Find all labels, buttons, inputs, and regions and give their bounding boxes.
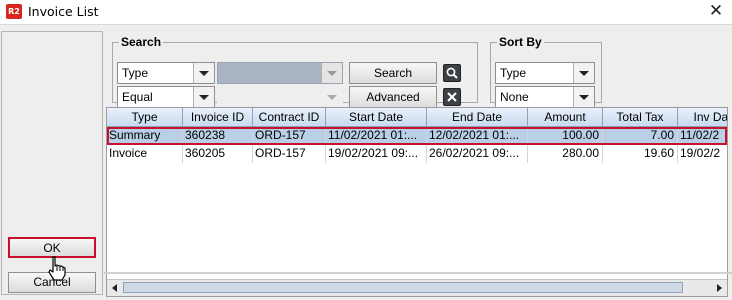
chevron-down-icon[interactable]: [321, 63, 342, 83]
action-panel: OK Cancel: [1, 31, 103, 295]
column-header-start-date[interactable]: Start Date: [326, 108, 427, 127]
cell-contract-id: ORD-157: [253, 127, 326, 145]
chevron-down-icon[interactable]: [193, 63, 214, 83]
cell-invoice-id: 360205: [183, 145, 253, 163]
cell-amount: 100.00: [528, 127, 603, 145]
column-header-type[interactable]: Type: [107, 108, 183, 127]
cell-end-date: 12/02/2021 01:...: [427, 127, 528, 145]
search-operator-value: Equal: [122, 90, 153, 104]
chevron-down-icon: [322, 87, 342, 107]
cell-invoice-id: 360238: [183, 127, 253, 145]
chevron-down-icon[interactable]: [573, 63, 594, 83]
invoice-list-window: OK Cancel Search Type Equal Search Advan…: [0, 24, 732, 300]
scroll-left-icon[interactable]: [110, 283, 120, 293]
cell-total-tax: 7.00: [603, 127, 678, 145]
cell-start-date: 19/02/2021 09:...: [326, 145, 427, 163]
column-header-inv-date[interactable]: Inv Dat: [678, 108, 727, 127]
sort-primary-value: Type: [500, 66, 527, 80]
sort-secondary-select[interactable]: None: [495, 86, 595, 108]
table-row[interactable]: Summary 360238 ORD-157 11/02/2021 01:...…: [107, 127, 727, 145]
sort-primary-select[interactable]: Type: [495, 62, 595, 84]
search-button[interactable]: Search: [349, 62, 437, 84]
search-group-title: Search: [121, 35, 162, 49]
chevron-down-icon[interactable]: [573, 87, 594, 107]
advanced-search-button[interactable]: Advanced: [349, 86, 437, 108]
horizontal-scrollbar[interactable]: [107, 279, 727, 296]
sort-secondary-value: None: [500, 90, 529, 104]
cell-inv-date: 11/02/2: [678, 127, 727, 145]
column-header-end-date[interactable]: End Date: [427, 108, 528, 127]
cell-type: Invoice: [107, 145, 183, 163]
close-window-button[interactable]: ✕: [700, 0, 732, 24]
window-title: Invoice List: [28, 4, 99, 19]
sort-group-title: Sort By: [499, 35, 542, 49]
search-value-select[interactable]: [217, 62, 343, 84]
search-field-value: Type: [122, 66, 149, 80]
scroll-right-icon[interactable]: [714, 283, 724, 293]
sort-group: Sort By Type None: [490, 35, 602, 108]
cell-type: Summary: [107, 127, 183, 145]
cell-contract-id: ORD-157: [253, 145, 326, 163]
title-bar: R2 Invoice List ✕: [0, 0, 732, 24]
ok-button[interactable]: OK: [8, 237, 96, 258]
search-group: Search Type Equal Search Advanced: [112, 35, 478, 108]
chevron-down-icon[interactable]: [193, 87, 214, 107]
column-header-contract-id[interactable]: Contract ID: [253, 108, 326, 127]
search-field-select[interactable]: Type: [117, 62, 215, 84]
column-header-invoice-id[interactable]: Invoice ID: [183, 108, 253, 127]
cell-total-tax: 19.60: [603, 145, 678, 163]
cell-end-date: 26/02/2021 09:...: [427, 145, 528, 163]
scrollbar-thumb[interactable]: [123, 282, 683, 293]
main-panel: Search Type Equal Search Advanced Sort B…: [104, 31, 731, 297]
cell-start-date: 11/02/2021 01:...: [326, 127, 427, 145]
cell-inv-date: 19/02/2: [678, 145, 727, 163]
search-operator-select[interactable]: Equal: [117, 86, 215, 108]
search-value-extra: [217, 86, 343, 108]
clear-x-icon[interactable]: [443, 88, 461, 106]
table-row[interactable]: Invoice 360205 ORD-157 19/02/2021 09:...…: [107, 145, 727, 163]
column-header-amount[interactable]: Amount: [528, 108, 603, 127]
search-icon[interactable]: [443, 64, 461, 82]
app-logo-icon: R2: [6, 4, 22, 19]
cell-amount: 280.00: [528, 145, 603, 163]
invoice-table: Type Invoice ID Contract ID Start Date E…: [106, 107, 728, 297]
hand-cursor-icon: [48, 256, 66, 281]
bottom-divider: [104, 272, 732, 274]
column-header-total-tax[interactable]: Total Tax: [603, 108, 678, 127]
